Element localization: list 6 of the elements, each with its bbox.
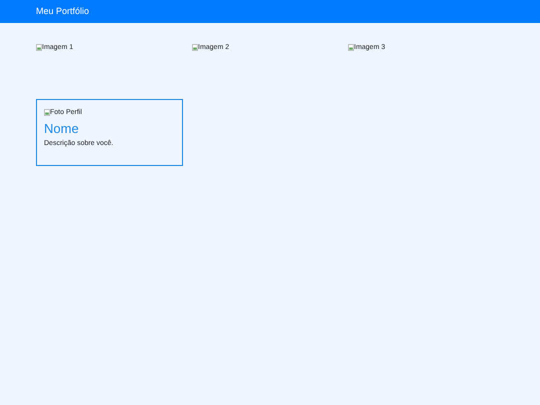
broken-image-icon <box>348 44 354 51</box>
broken-image-icon <box>36 44 42 51</box>
broken-image-icon <box>192 44 198 51</box>
site-title: Meu Portfólio <box>36 4 90 18</box>
profile-name: Nome <box>44 122 80 135</box>
broken-image-icon <box>44 109 50 116</box>
